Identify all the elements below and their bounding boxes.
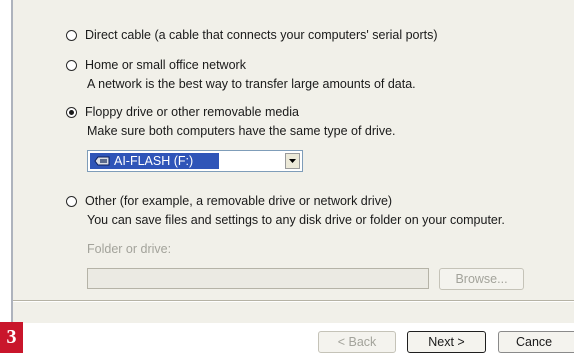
drive-select[interactable]: AI-FLASH (F:) <box>87 150 303 172</box>
footer-band <box>0 323 574 353</box>
back-button[interactable]: < Back <box>318 331 396 353</box>
option-direct-cable[interactable]: Direct cable (a cable that connects your… <box>66 27 438 43</box>
next-button[interactable]: Next > <box>407 331 486 353</box>
footer-divider-highlight <box>13 301 574 302</box>
drive-select-selected-item: AI-FLASH (F:) <box>90 153 219 169</box>
drive-select-value: AI-FLASH (F:) <box>114 154 194 168</box>
radio-home-network[interactable] <box>66 59 77 71</box>
option-home-network[interactable]: Home or small office network <box>66 57 246 73</box>
option-other-drive[interactable]: Other (for example, a removable drive or… <box>66 193 392 209</box>
option-other-drive-label: Other (for example, a removable drive or… <box>85 194 393 208</box>
radio-other-drive[interactable] <box>66 195 77 207</box>
option-floppy-drive-label: Floppy drive or other removable media <box>85 105 299 119</box>
dropdown-arrow-button[interactable] <box>285 153 300 169</box>
option-floppy-drive[interactable]: Floppy drive or other removable media <box>66 104 299 120</box>
option-home-network-description: A network is the best way to transfer la… <box>87 77 416 91</box>
removable-drive-icon <box>94 156 110 166</box>
wizard-screenshot: Direct cable (a cable that connects your… <box>0 0 574 353</box>
browse-button[interactable]: Browse... <box>439 268 524 290</box>
option-other-drive-description: You can save files and settings to any d… <box>87 213 505 227</box>
option-floppy-drive-description: Make sure both computers have the same t… <box>87 124 396 138</box>
chevron-down-icon <box>289 159 296 163</box>
folder-field-label: Folder or drive: <box>87 242 172 256</box>
cancel-button[interactable]: Cance <box>498 331 574 353</box>
radio-floppy-drive[interactable] <box>66 106 77 118</box>
option-direct-cable-label: Direct cable (a cable that connects your… <box>85 28 438 42</box>
folder-path-input[interactable] <box>87 268 429 289</box>
step-number-badge: 3 <box>0 322 23 353</box>
radio-direct-cable[interactable] <box>66 29 77 41</box>
option-home-network-label: Home or small office network <box>85 58 246 72</box>
